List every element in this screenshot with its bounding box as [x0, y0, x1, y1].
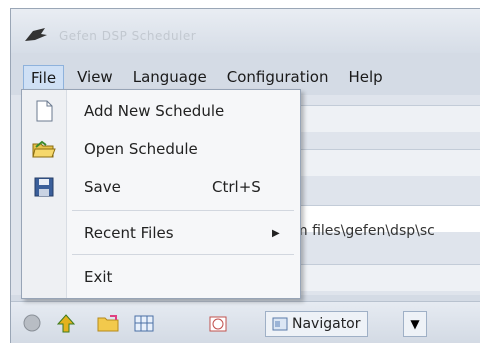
menu-configuration[interactable]: Configuration — [220, 65, 336, 89]
gray-circle-icon[interactable] — [21, 313, 43, 333]
file-menu-dropdown: Add New Schedule Open Schedule Save Ctrl… — [21, 89, 301, 299]
open-folder-icon — [32, 140, 56, 158]
menu-view[interactable]: View — [70, 65, 120, 89]
folder-icon[interactable] — [97, 313, 119, 333]
arrow-up-icon[interactable] — [55, 313, 77, 333]
background-row — [291, 149, 480, 176]
navigator-label: Navigator — [292, 316, 361, 332]
background-row — [291, 105, 480, 132]
chevron-down-icon: ▼ — [410, 317, 420, 331]
menu-help[interactable]: Help — [341, 65, 389, 89]
menu-item-add-new-schedule[interactable]: Add New Schedule — [22, 94, 300, 128]
menu-item-open-schedule[interactable]: Open Schedule — [22, 132, 300, 166]
clock-schedule-icon[interactable] — [207, 313, 229, 333]
window-title: Gefen DSP Scheduler — [59, 29, 197, 43]
menu-item-label: Exit — [84, 268, 113, 286]
menu-item-label: Add New Schedule — [84, 102, 225, 120]
save-disk-icon — [34, 177, 54, 197]
navigator-dropdown-button[interactable]: ▼ — [403, 311, 427, 337]
menu-item-label: Save — [84, 178, 121, 196]
menu-item-shortcut: Ctrl+S — [212, 178, 261, 196]
menu-file[interactable]: File — [23, 64, 65, 90]
app-logo-icon — [25, 28, 47, 41]
navigator-icon — [272, 317, 288, 331]
path-text: m files\gefen\dsp\sc — [294, 223, 435, 239]
menu-item-exit[interactable]: Exit — [22, 260, 300, 294]
menu-language[interactable]: Language — [126, 65, 214, 89]
menu-item-label: Recent Files — [84, 224, 174, 242]
menu-separator — [72, 210, 294, 211]
navigator-button[interactable]: Navigator — [265, 311, 368, 337]
new-document-icon — [36, 100, 53, 122]
background-row — [291, 264, 480, 291]
menu-item-save[interactable]: Save Ctrl+S — [22, 170, 300, 204]
title-bar: Gefen DSP Scheduler — [11, 9, 480, 53]
submenu-arrow-icon: ▶ — [272, 227, 280, 239]
menu-bar: File View Language Configuration Help — [11, 63, 480, 91]
toolbar: Navigator ▼ — [11, 301, 480, 343]
menu-item-recent-files[interactable]: Recent Files ▶ — [22, 216, 300, 250]
menu-separator — [72, 254, 294, 255]
grid-view-icon[interactable] — [133, 313, 155, 333]
menu-item-label: Open Schedule — [84, 140, 198, 158]
